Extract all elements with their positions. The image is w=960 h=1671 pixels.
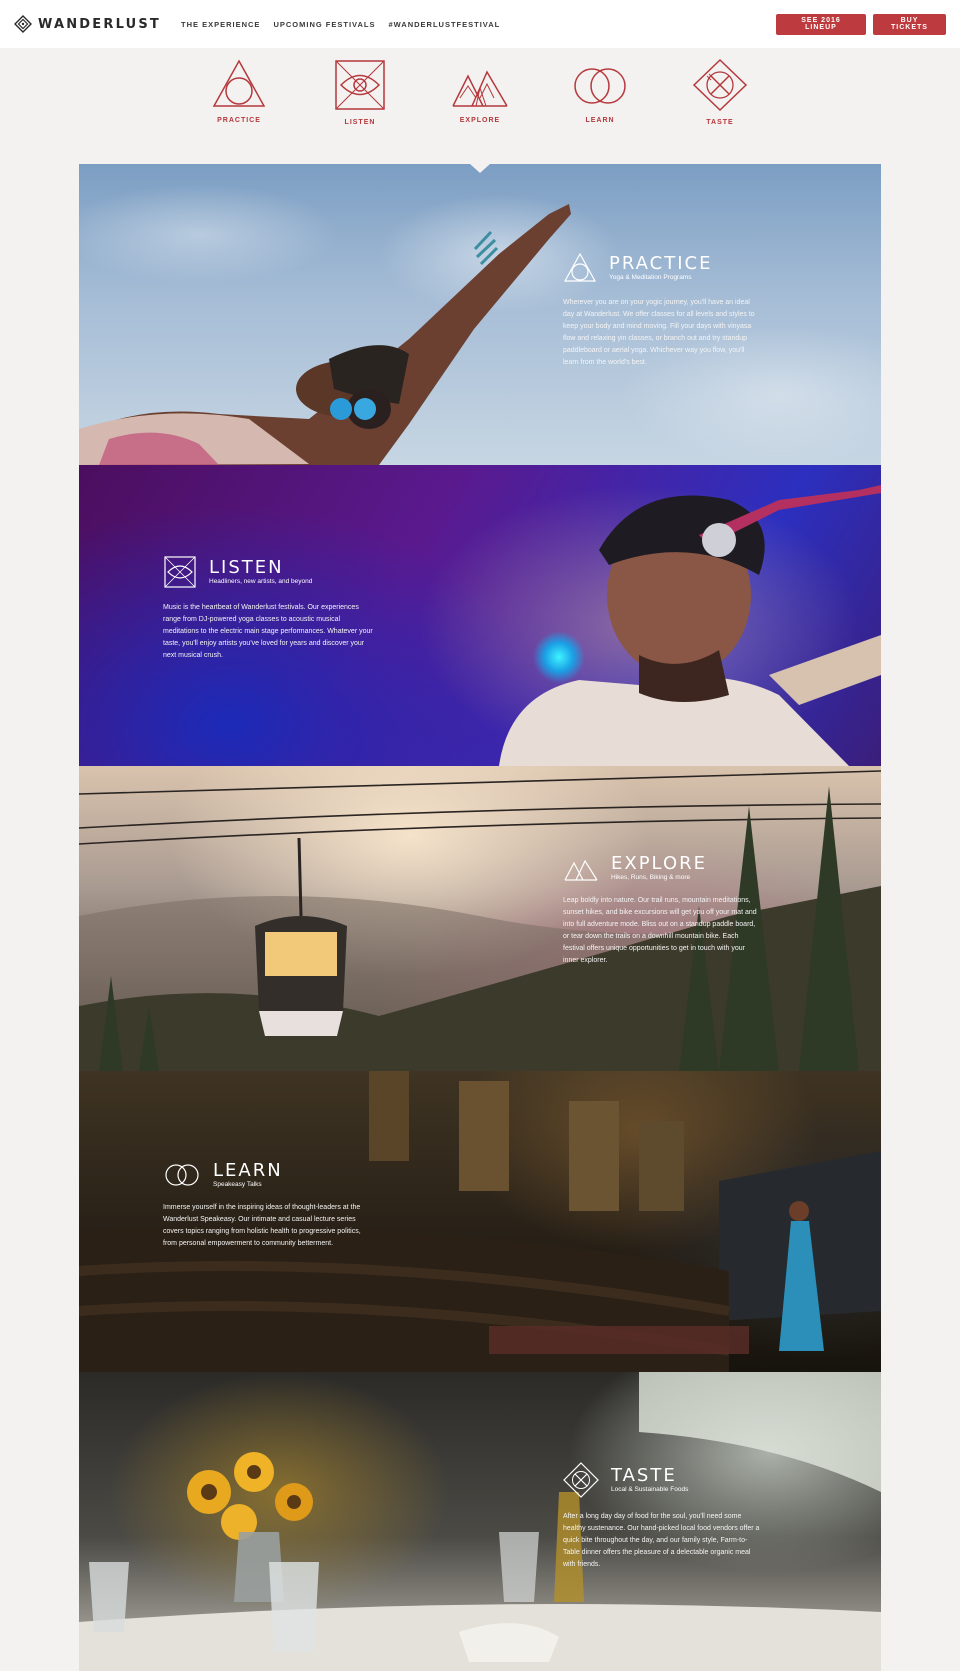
practice-caption: PRACTICE Yoga & Meditation Programs Wher… — [563, 252, 761, 369]
section-pointer — [470, 164, 490, 173]
learn-section: LEARN Speakeasy Talks Immerse yourself i… — [79, 1071, 881, 1372]
triangle-circle-icon — [563, 252, 597, 282]
category-nav: PRACTICE LISTEN EXPLORE LEARN TASTE — [0, 48, 960, 165]
practice-section: PRACTICE Yoga & Meditation Programs Wher… — [79, 164, 881, 465]
mountains-icon — [564, 859, 598, 881]
practice-heading: PRACTICE Yoga & Meditation Programs — [563, 252, 761, 284]
category-learn[interactable]: LEARN — [560, 58, 640, 124]
category-taste[interactable]: TASTE — [680, 58, 760, 126]
brand-name: WANDERLUST — [38, 16, 161, 32]
category-listen[interactable]: LISTEN — [320, 58, 400, 126]
fork-knife-diamond-icon — [692, 58, 748, 112]
nav-upcoming-festivals[interactable]: UPCOMING FESTIVALS — [273, 20, 375, 29]
practice-title: PRACTICE — [609, 253, 713, 274]
diamond-logo-icon — [14, 15, 32, 33]
explore-caption: EXPLORE Hikes, Runs, Biking & more Leap … — [563, 854, 761, 967]
learn-heading: LEARN Speakeasy Talks — [163, 1161, 361, 1189]
explore-heading: EXPLORE Hikes, Runs, Biking & more — [563, 854, 761, 882]
eye-box-icon — [164, 556, 196, 588]
category-label: PRACTICE — [217, 117, 261, 124]
taste-section: TASTE Local & Sustainable Foods After a … — [79, 1372, 881, 1671]
nav-hashtag[interactable]: #WANDERLUSTFESTIVAL — [388, 20, 500, 29]
listen-section: LISTEN Headliners, new artists, and beyo… — [79, 465, 881, 766]
listen-heading: LISTEN Headliners, new artists, and beyo… — [163, 555, 373, 589]
nav-the-experience[interactable]: THE EXPERIENCE — [181, 20, 260, 29]
listen-subtitle: Headliners, new artists, and beyond — [209, 578, 313, 585]
triangle-circle-icon — [212, 59, 266, 107]
learn-title: LEARN — [213, 1160, 283, 1181]
explore-subtitle: Hikes, Runs, Biking & more — [611, 874, 691, 881]
fork-knife-diamond-icon — [563, 1462, 599, 1498]
header-actions: SEE 2016 LINEUP BUY TICKETS — [776, 13, 946, 35]
taste-description: After a long day day of food for the sou… — [563, 1513, 760, 1568]
brand-logo[interactable]: WANDERLUST — [14, 15, 161, 33]
practice-subtitle: Yoga & Meditation Programs — [609, 274, 692, 281]
explore-title: EXPLORE — [611, 853, 707, 874]
category-label: EXPLORE — [459, 117, 501, 124]
listen-caption: LISTEN Headliners, new artists, and beyo… — [163, 555, 373, 662]
listen-description: Music is the heartbeat of Wanderlust fes… — [163, 604, 373, 659]
overlapping-circles-icon — [574, 68, 626, 104]
buy-tickets-button[interactable]: BUY TICKETS — [873, 13, 946, 35]
mountains-icon — [452, 70, 508, 107]
learn-subtitle: Speakeasy Talks — [213, 1181, 262, 1188]
explore-description: Leap boldly into nature. Our trail runs,… — [563, 897, 757, 964]
category-label: LISTEN — [344, 119, 376, 126]
taste-subtitle: Local & Sustainable Foods — [611, 1486, 689, 1493]
learn-caption: LEARN Speakeasy Talks Immerse yourself i… — [163, 1161, 361, 1250]
category-explore[interactable]: EXPLORE — [440, 58, 520, 124]
practice-description: Wherever you are on your yogic journey, … — [563, 299, 755, 366]
overlapping-circles-icon — [165, 1164, 199, 1186]
learn-description: Immerse yourself in the inspiring ideas … — [163, 1204, 361, 1247]
taste-caption: TASTE Local & Sustainable Foods After a … — [563, 1462, 761, 1571]
top-navigation-bar: WANDERLUST THE EXPERIENCE UPCOMING FESTI… — [0, 0, 960, 48]
explore-section: EXPLORE Hikes, Runs, Biking & more Leap … — [79, 766, 881, 1071]
eye-box-icon — [335, 60, 385, 110]
category-label: LEARN — [585, 117, 615, 124]
taste-heading: TASTE Local & Sustainable Foods — [563, 1462, 761, 1498]
see-lineup-button[interactable]: SEE 2016 LINEUP — [776, 13, 866, 35]
taste-title: TASTE — [611, 1465, 677, 1486]
category-label: TASTE — [706, 119, 734, 126]
category-practice[interactable]: PRACTICE — [199, 58, 279, 124]
main-nav: THE EXPERIENCE UPCOMING FESTIVALS #WANDE… — [181, 20, 500, 29]
listen-title: LISTEN — [209, 557, 284, 578]
